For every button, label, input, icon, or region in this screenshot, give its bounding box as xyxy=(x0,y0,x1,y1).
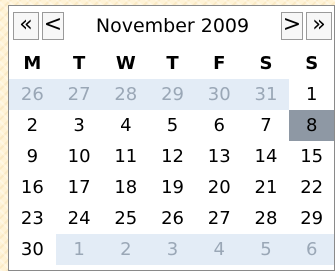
day-cell-other-month[interactable]: 2 xyxy=(102,234,150,265)
day-cell-other-month[interactable]: 27 xyxy=(55,79,103,110)
next-year-button[interactable]: » xyxy=(306,12,332,40)
day-cell-other-month[interactable]: 28 xyxy=(102,79,150,110)
weekday-thursday: T xyxy=(166,53,179,74)
day-cell[interactable]: 21 xyxy=(243,172,290,203)
week-row: 2 3 4 5 6 7 8 xyxy=(9,110,335,141)
day-cell[interactable]: 23 xyxy=(9,203,56,234)
calendar-grid: M T W T F S S 26 27 28 29 30 31 1 2 3 4 … xyxy=(9,49,335,265)
weekday-header-row: M T W T F S S xyxy=(9,49,334,79)
day-cell[interactable]: 9 xyxy=(9,141,56,172)
day-cell[interactable]: 18 xyxy=(102,172,149,203)
day-cell-other-month[interactable]: 26 xyxy=(9,79,56,110)
day-cell[interactable]: 19 xyxy=(149,172,196,203)
day-cell[interactable]: 2 xyxy=(9,110,56,141)
weekday-sunday: S xyxy=(305,53,319,74)
day-cell[interactable]: 30 xyxy=(9,234,56,265)
day-cell[interactable]: 27 xyxy=(196,203,243,234)
week-row: 23 24 25 26 27 28 29 xyxy=(9,203,334,234)
month-year-title: November 2009 xyxy=(95,15,250,37)
day-cell-other-month[interactable]: 1 xyxy=(55,234,103,265)
previous-year-button[interactable]: « xyxy=(13,12,39,40)
week-row: 30 1 2 3 4 5 6 xyxy=(9,234,335,265)
day-cell-other-month[interactable]: 29 xyxy=(149,79,196,110)
day-cell[interactable]: 12 xyxy=(149,141,196,172)
day-cell[interactable]: 10 xyxy=(56,141,103,172)
day-cell-other-month[interactable]: 6 xyxy=(289,234,335,265)
day-cell[interactable]: 15 xyxy=(289,141,334,172)
day-cell[interactable]: 3 xyxy=(56,110,103,141)
day-cell-selected[interactable]: 8 xyxy=(289,110,335,141)
calendar-widget: « < November 2009 > » M T W T F S S 26 2… xyxy=(8,5,335,271)
day-cell-other-month[interactable]: 4 xyxy=(195,234,243,265)
day-cell[interactable]: 29 xyxy=(289,203,334,234)
day-cell[interactable]: 26 xyxy=(149,203,196,234)
day-cell[interactable]: 1 xyxy=(289,79,334,110)
weekday-monday: M xyxy=(23,53,42,74)
day-cell[interactable]: 14 xyxy=(243,141,290,172)
day-cell-other-month[interactable]: 31 xyxy=(242,79,290,110)
day-cell[interactable]: 20 xyxy=(196,172,243,203)
day-cell[interactable]: 25 xyxy=(102,203,149,234)
day-cell[interactable]: 5 xyxy=(149,110,196,141)
day-cell[interactable]: 17 xyxy=(56,172,103,203)
weekday-friday: F xyxy=(213,53,226,74)
day-cell[interactable]: 16 xyxy=(9,172,56,203)
weekday-wednesday: W xyxy=(115,53,136,74)
week-row: 16 17 18 19 20 21 22 xyxy=(9,172,334,203)
day-cell[interactable]: 6 xyxy=(196,110,243,141)
week-row: 9 10 11 12 13 14 15 xyxy=(9,141,334,172)
day-cell[interactable]: 11 xyxy=(102,141,149,172)
week-row: 26 27 28 29 30 31 1 xyxy=(9,79,334,110)
day-cell[interactable]: 24 xyxy=(56,203,103,234)
day-cell[interactable]: 28 xyxy=(243,203,290,234)
weekday-saturday: S xyxy=(259,53,273,74)
day-cell-other-month[interactable]: 5 xyxy=(242,234,290,265)
day-cell[interactable]: 13 xyxy=(196,141,243,172)
day-cell-other-month[interactable]: 30 xyxy=(195,79,243,110)
day-cell[interactable]: 7 xyxy=(243,110,290,141)
previous-month-button[interactable]: < xyxy=(42,12,64,40)
day-cell[interactable]: 22 xyxy=(289,172,334,203)
calendar-header: « < November 2009 > » xyxy=(9,6,334,48)
weekday-tuesday: T xyxy=(72,53,86,74)
next-month-button[interactable]: > xyxy=(281,12,303,40)
day-cell[interactable]: 4 xyxy=(102,110,149,141)
day-cell-other-month[interactable]: 3 xyxy=(149,234,196,265)
